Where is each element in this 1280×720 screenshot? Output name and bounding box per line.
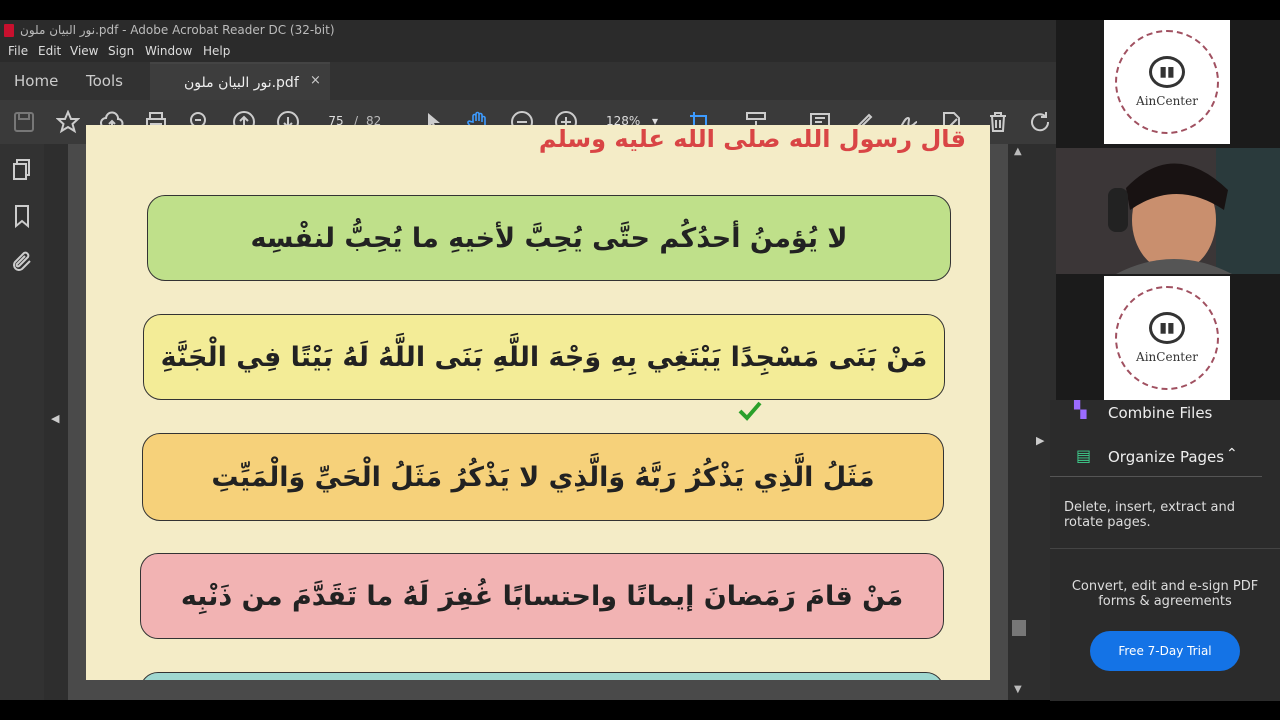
caret-left-icon: ◀ [51,412,60,425]
combine-files-icon: ▚ [1074,400,1087,419]
pages-thumbnail-icon[interactable] [8,156,36,184]
hadith-card-2: مَنْ بَنَى مَسْجِدًا يَبْتَغِي بِهِ وَجْ… [143,314,945,400]
tab-close-button[interactable]: × [310,62,321,100]
menu-sign[interactable]: Sign [108,44,134,58]
combine-files-item[interactable]: Combine Files [1108,404,1212,422]
logo-label-bottom: AinCenter [1136,350,1198,364]
logo-label: AinCenter [1136,94,1198,108]
menu-bar: File Edit View Sign Window Help [0,42,1056,62]
logo-ring-bottom: ▮▮ AinCenter [1115,286,1219,390]
menu-window[interactable]: Window [145,44,192,58]
bookmark-icon[interactable] [8,202,36,230]
menu-file[interactable]: File [8,44,28,58]
scroll-thumb[interactable] [1012,620,1026,636]
tab-tools[interactable]: Tools [86,62,123,100]
aincenter-logo-top: ▮▮ AinCenter [1104,20,1230,144]
title-bar: نور البيان ملون.pdf - Adobe Acrobat Read… [0,20,1056,42]
webcam-feed [1056,148,1280,274]
rotate-icon[interactable] [1026,108,1054,136]
webcam-person-image [1056,148,1280,274]
tab-bar: Home Tools نور البيان ملون.pdf × [0,62,1056,100]
page-header: قال رسول الله صلى الله عليه وسلم [538,125,966,153]
hadith-card-4: مَنْ قامَ رَمَضانَ إيمانًا واحتسابًا غُف… [140,553,944,639]
scroll-down-icon[interactable]: ▼ [1014,684,1022,695]
tab-home[interactable]: Home [14,62,58,100]
hadith-card-3: مَثَلُ الَّذِي يَذْكُرُ رَبَّهُ وَالَّذِ… [142,433,944,521]
left-panel-toggle[interactable]: ◀ [44,144,68,700]
book-icon-bottom: ▮▮ [1149,312,1185,344]
pdf-app-icon [4,24,14,37]
hadith-card-1: لا يُؤمنُ أحدُكُم حتَّى يُحِبَّ لأخيهِ م… [147,195,951,281]
divider [1050,476,1262,477]
aincenter-logo-bottom: ▮▮ AinCenter [1104,276,1230,400]
checkmark-icon [738,401,762,421]
tools-panel: ▚ Combine Files ▤ Organize Pages ⌃ Delet… [1050,400,1280,701]
window-title: نور البيان ملون.pdf - Adobe Acrobat Read… [20,23,335,37]
free-trial-button[interactable]: Free 7-Day Trial [1090,631,1240,671]
left-nav-rail [0,144,44,700]
tab-document[interactable]: نور البيان ملون.pdf [150,62,330,100]
save-icon[interactable] [10,108,38,136]
scroll-up-icon[interactable]: ▲ [1014,146,1022,157]
vertical-scrollbar[interactable]: ▲ ▼ [1008,144,1030,700]
promo-text: Convert, edit and e-sign PDF forms & agr… [1071,579,1259,609]
menu-view[interactable]: View [70,44,98,58]
chevron-up-icon[interactable]: ⌃ [1226,446,1238,462]
logo-ring: ▮▮ AinCenter [1115,30,1219,134]
star-icon[interactable] [54,108,82,136]
menu-help[interactable]: Help [203,44,230,58]
organize-pages-description: Delete, insert, extract and rotate pages… [1064,500,1236,530]
caret-right-icon: ▶ [1036,434,1045,447]
organize-pages-icon: ▤ [1076,446,1092,465]
menu-edit[interactable]: Edit [38,44,61,58]
promo-box: Convert, edit and e-sign PDF forms & agr… [1050,548,1280,701]
book-icon: ▮▮ [1149,56,1185,88]
pdf-page: قال رسول الله صلى الله عليه وسلم لا يُؤم… [86,125,990,680]
organize-pages-item[interactable]: Organize Pages [1108,448,1224,466]
hadith-card-5 [140,672,944,680]
attachment-icon[interactable] [8,248,36,276]
